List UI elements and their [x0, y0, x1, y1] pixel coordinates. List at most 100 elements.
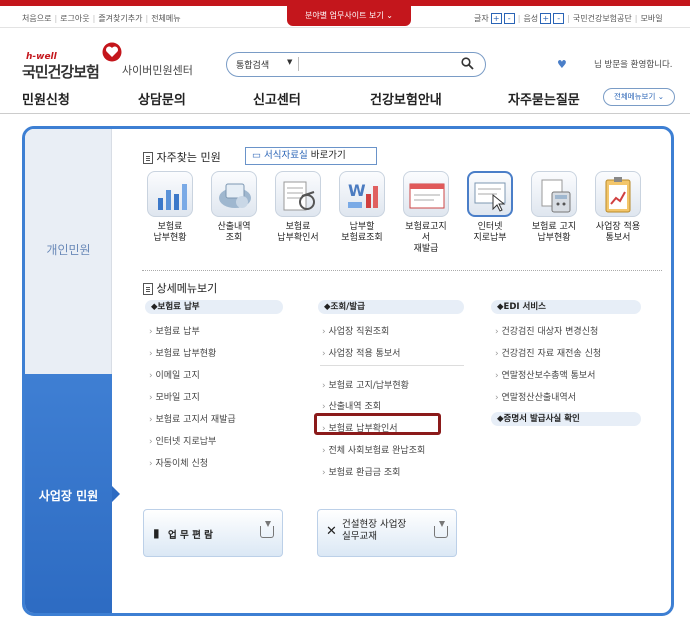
menu-item[interactable]: 연말정산산출내역서 [495, 390, 576, 403]
menu-item[interactable]: 사업장 직원조회 [322, 324, 389, 337]
menu-item[interactable]: 보험료 납부 [149, 324, 199, 337]
favorite-calc-details[interactable]: 산출내역 조회 [204, 171, 264, 244]
chevron-down-icon: ⌄ [657, 92, 665, 101]
construction-guide-line2: 실무교재 [342, 531, 377, 542]
favorite-workplace-notice[interactable]: 사업장 적용 통보서 [588, 171, 648, 244]
favorites-title-text: 자주찾는 민원 [156, 151, 221, 164]
search-input[interactable] [304, 56, 454, 73]
forms-archive-button[interactable]: ▭ 서식자료실 바로가기 [245, 147, 377, 165]
favorite-payment-certificate[interactable]: 보험료 납부확인서 [268, 171, 328, 244]
quick-site-button[interactable]: 분야별 업무사이트 보기 ⌄ [287, 6, 411, 26]
construction-guide-line1: 건설현장 사업장 [342, 519, 407, 530]
link-add-favorite[interactable]: 즐겨찾기추가 [98, 14, 142, 23]
calculator-icon [211, 171, 257, 217]
menu-item[interactable]: 이메일 고지 [149, 368, 199, 381]
category-edi-service: ◆EDI 서비스 [491, 300, 641, 314]
highlight-box [314, 413, 441, 435]
all-menu-label: 전체메뉴보기 [613, 92, 656, 101]
detail-menu-title-text: 상세메뉴보기 [156, 282, 218, 295]
top-right-tools: 글자 + - | 음성 + - | 국민건강보험공단 | 모바일 [474, 13, 663, 24]
forms-archive-label: 서식자료실 [264, 150, 308, 161]
menu-item[interactable]: 연말정산보수총액 통보서 [495, 368, 595, 381]
menu-item[interactable]: 보험료 고지/납부현황 [322, 378, 408, 391]
logo-brand[interactable]: 국민건강보험 [22, 61, 100, 82]
favorites-title: 자주찾는 민원 [143, 149, 221, 165]
favorite-label: 보험료 납부확인서 [277, 222, 319, 243]
favorite-label: 사업장 적용 통보서 [595, 222, 641, 243]
download-icon [260, 521, 274, 538]
link-logout[interactable]: 로그아웃 [60, 14, 89, 23]
link-home[interactable]: 처음으로 [22, 14, 51, 23]
category-certificate-check[interactable]: ◆증명서 발급사실 확인 [491, 412, 641, 426]
link-mobile[interactable]: 모바일 [640, 14, 662, 23]
menu-item[interactable]: 건강검진 대상자 변경신청 [495, 324, 598, 337]
voice-plus-button[interactable]: + [540, 13, 552, 24]
favorite-internet-giro[interactable]: 인터넷 지로납부 [460, 171, 520, 244]
favorite-label: 산출내역 조회 [217, 222, 251, 243]
document-icon [143, 283, 153, 295]
receipt-icon [275, 171, 321, 217]
heart-icon: ♥ [557, 58, 567, 71]
quick-site-label: 분야별 업무사이트 보기 [305, 11, 384, 20]
menu-item[interactable]: 보험료 납부현황 [149, 346, 216, 359]
category-inquiry-issue: ◆조회/발급 [318, 300, 464, 314]
category-label: EDI 서비스 [503, 302, 546, 312]
category-premium-payment: ◆보험료 납부 [145, 300, 283, 314]
gnb-item-consult[interactable]: 상담문의 [138, 89, 186, 108]
download-icon [434, 521, 448, 538]
gnb-item-faq[interactable]: 자주묻는질문 [508, 89, 580, 108]
book-icon: ▮ [153, 526, 160, 540]
main-panel: 개인민원 사업장 민원 자주찾는 민원 ▭ 서식자료실 바로가기 보험료 납부현… [22, 126, 674, 616]
font-size-label: 글자 [474, 14, 489, 23]
menu-item[interactable]: 자동이체 신청 [149, 456, 208, 469]
favorite-label: 보험료고지 서 재발급 [405, 222, 447, 254]
clipboard-icon [595, 171, 641, 217]
search-icon[interactable] [461, 57, 474, 70]
calculator-doc-icon [531, 171, 577, 217]
heart-logo-icon [102, 42, 122, 62]
favorite-label: 인터넷 지로납부 [473, 222, 507, 243]
menu-item[interactable]: 보험료 고지서 재발급 [149, 412, 235, 425]
all-menu-button[interactable]: 전체메뉴보기 ⌄ [603, 88, 675, 106]
favorite-bill-reissue[interactable]: 보험료고지 서 재발급 [396, 171, 456, 255]
top-left-links: 처음으로 | 로그아웃 | 즐겨찾기추가 | 전체메뉴 [22, 14, 181, 23]
folder-icon: ▭ [252, 150, 261, 161]
menu-item[interactable]: 건강검진 자료 재전송 신청 [495, 346, 601, 359]
favorite-bill-payment-status[interactable]: 보험료 고지 납부현황 [524, 171, 584, 244]
section-divider [142, 270, 662, 271]
font-minus-button[interactable]: - [503, 13, 515, 24]
category-label: 조회/발급 [330, 302, 365, 312]
book-icon [143, 152, 153, 164]
category-label: 보험료 납부 [157, 302, 200, 312]
category-label: 증명서 발급사실 확인 [503, 414, 580, 424]
menu-item[interactable]: 산출내역 조회 [322, 399, 381, 412]
menu-item[interactable]: 보험료 환급금 조회 [322, 465, 400, 478]
link-nhis[interactable]: 국민건강보험공단 [573, 14, 632, 23]
tools-icon: ✕ [326, 524, 337, 539]
gnb-item-insurance-guide[interactable]: 건강보험안내 [370, 89, 442, 108]
dropdown-arrow-icon: ▼ [287, 58, 293, 66]
favorite-label: 보험료 납부현황 [153, 222, 187, 243]
search-category-select[interactable]: 통합검색 [236, 58, 269, 71]
gnb-item-apply[interactable]: 민원신청 [22, 89, 70, 108]
favorite-label: 보험료 고지 납부현황 [531, 222, 577, 243]
menu-item[interactable]: 전체 사회보험료 완납조회 [322, 443, 425, 456]
font-plus-button[interactable]: + [490, 13, 502, 24]
forms-archive-goto: 바로가기 [307, 150, 346, 161]
construction-guide-label: 건설현장 사업장 실무교재 [342, 519, 406, 543]
construction-guide-button[interactable]: ✕ 건설현장 사업장 실무교재 [317, 509, 457, 557]
link-all-menu[interactable]: 전체메뉴 [151, 14, 180, 23]
tab-business-label: 사업장 민원 [38, 489, 99, 503]
bill-icon [403, 171, 449, 217]
voice-minus-button[interactable]: - [553, 13, 565, 24]
menu-item[interactable]: 모바일 고지 [149, 390, 199, 403]
menu-item[interactable]: 인터넷 지로납부 [149, 434, 216, 447]
business-manual-button[interactable]: ▮ 업 무 편 람 [143, 509, 283, 557]
menu-item[interactable]: 사업장 적용 통보서 [322, 346, 400, 359]
cyber-center-title: 사이버민원센터 [122, 64, 193, 77]
favorite-premium-payment-status[interactable]: 보험료 납부현황 [140, 171, 200, 244]
favorite-payable-premium[interactable]: W 납부할 보험료조회 [332, 171, 392, 244]
svg-text:W: W [348, 181, 366, 200]
welcome-message: 님 방문을 환영합니다. [594, 60, 673, 70]
gnb-item-report[interactable]: 신고센터 [253, 89, 301, 108]
